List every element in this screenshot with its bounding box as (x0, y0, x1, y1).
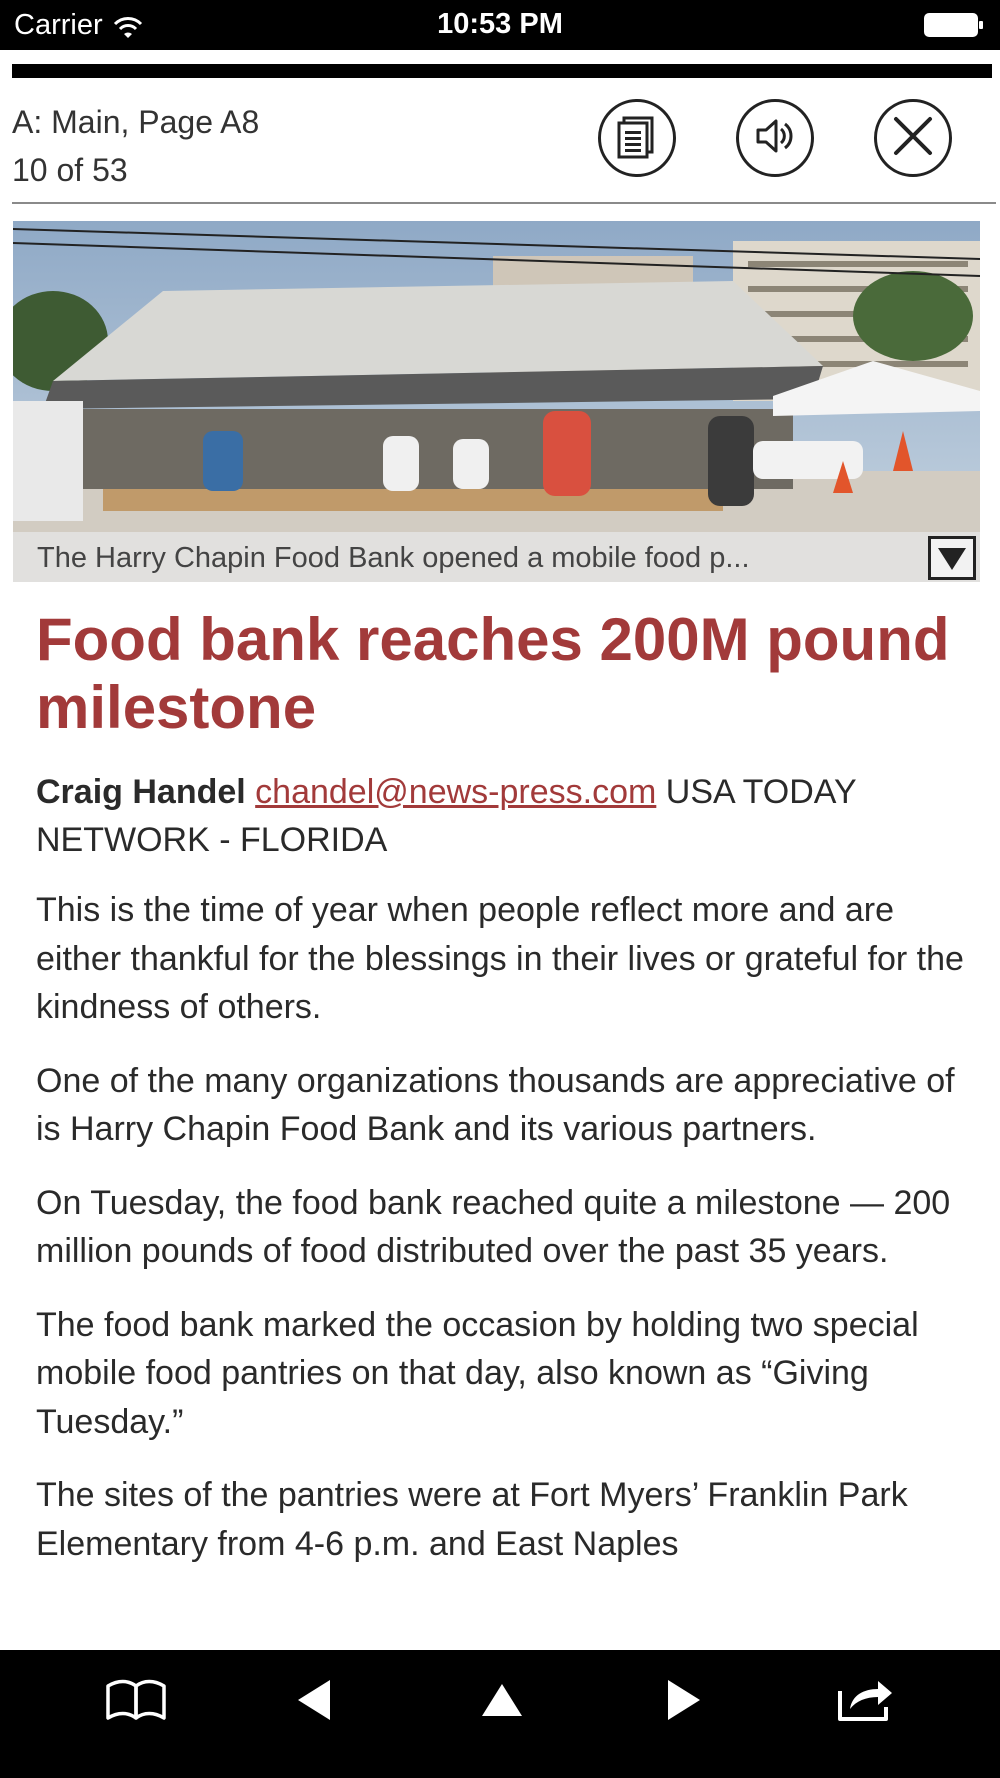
sections-button[interactable] (96, 1670, 176, 1734)
audio-button[interactable] (736, 99, 814, 177)
byline-author: Craig Handel (36, 773, 246, 811)
status-time: 10:53 PM (437, 8, 563, 40)
up-button[interactable] (462, 1670, 542, 1734)
top-rule (12, 64, 992, 78)
article-paragraph: On Tuesday, the food bank reached quite … (36, 1183, 951, 1271)
byline-email-link[interactable]: chandel@news-press.com (255, 773, 656, 811)
next-icon (664, 1678, 704, 1727)
battery-icon (924, 13, 984, 37)
header-divider (12, 202, 996, 204)
byline: Craig Handel chandel@news-press.com USA … (36, 768, 966, 864)
article-paragraph: This is the time of year when people ref… (36, 891, 964, 1026)
article-paragraph: The sites of the pantries were at Fort M… (36, 1476, 908, 1563)
previous-icon (294, 1678, 334, 1727)
next-button[interactable] (644, 1670, 724, 1734)
triangle-down-icon (936, 544, 968, 572)
photo-illustration (13, 221, 980, 582)
photo-caption-bar: The Harry Chapin Food Bank opened a mobi… (13, 532, 980, 582)
status-bar: Carrier 10:53 PM (0, 0, 1000, 50)
speaker-icon (750, 111, 800, 166)
share-icon (836, 1677, 896, 1728)
article-photo[interactable]: The Harry Chapin Food Bank opened a mobi… (13, 221, 980, 582)
bottom-toolbar (0, 1650, 1000, 1778)
previous-button[interactable] (274, 1670, 354, 1734)
article-headline: Food bank reaches 200M pound milestone (36, 606, 950, 741)
photo-caption: The Harry Chapin Food Bank opened a mobi… (37, 542, 750, 574)
caption-expand-button[interactable] (928, 536, 976, 580)
up-icon (480, 1680, 524, 1725)
close-icon (888, 111, 938, 166)
close-button[interactable] (874, 99, 952, 177)
page-count: 10 of 53 (12, 152, 128, 188)
share-button[interactable] (826, 1670, 906, 1734)
book-icon (104, 1678, 168, 1727)
article-paragraph: One of the many organizations thousands … (36, 1061, 955, 1149)
section-label: A: Main, Page A8 (12, 104, 260, 140)
article-paragraph: The food bank marked the occasion by hol… (36, 1305, 919, 1441)
text-view-icon (612, 111, 662, 166)
article-body: This is the time of year when people ref… (36, 886, 971, 1593)
text-view-button[interactable] (598, 99, 676, 177)
